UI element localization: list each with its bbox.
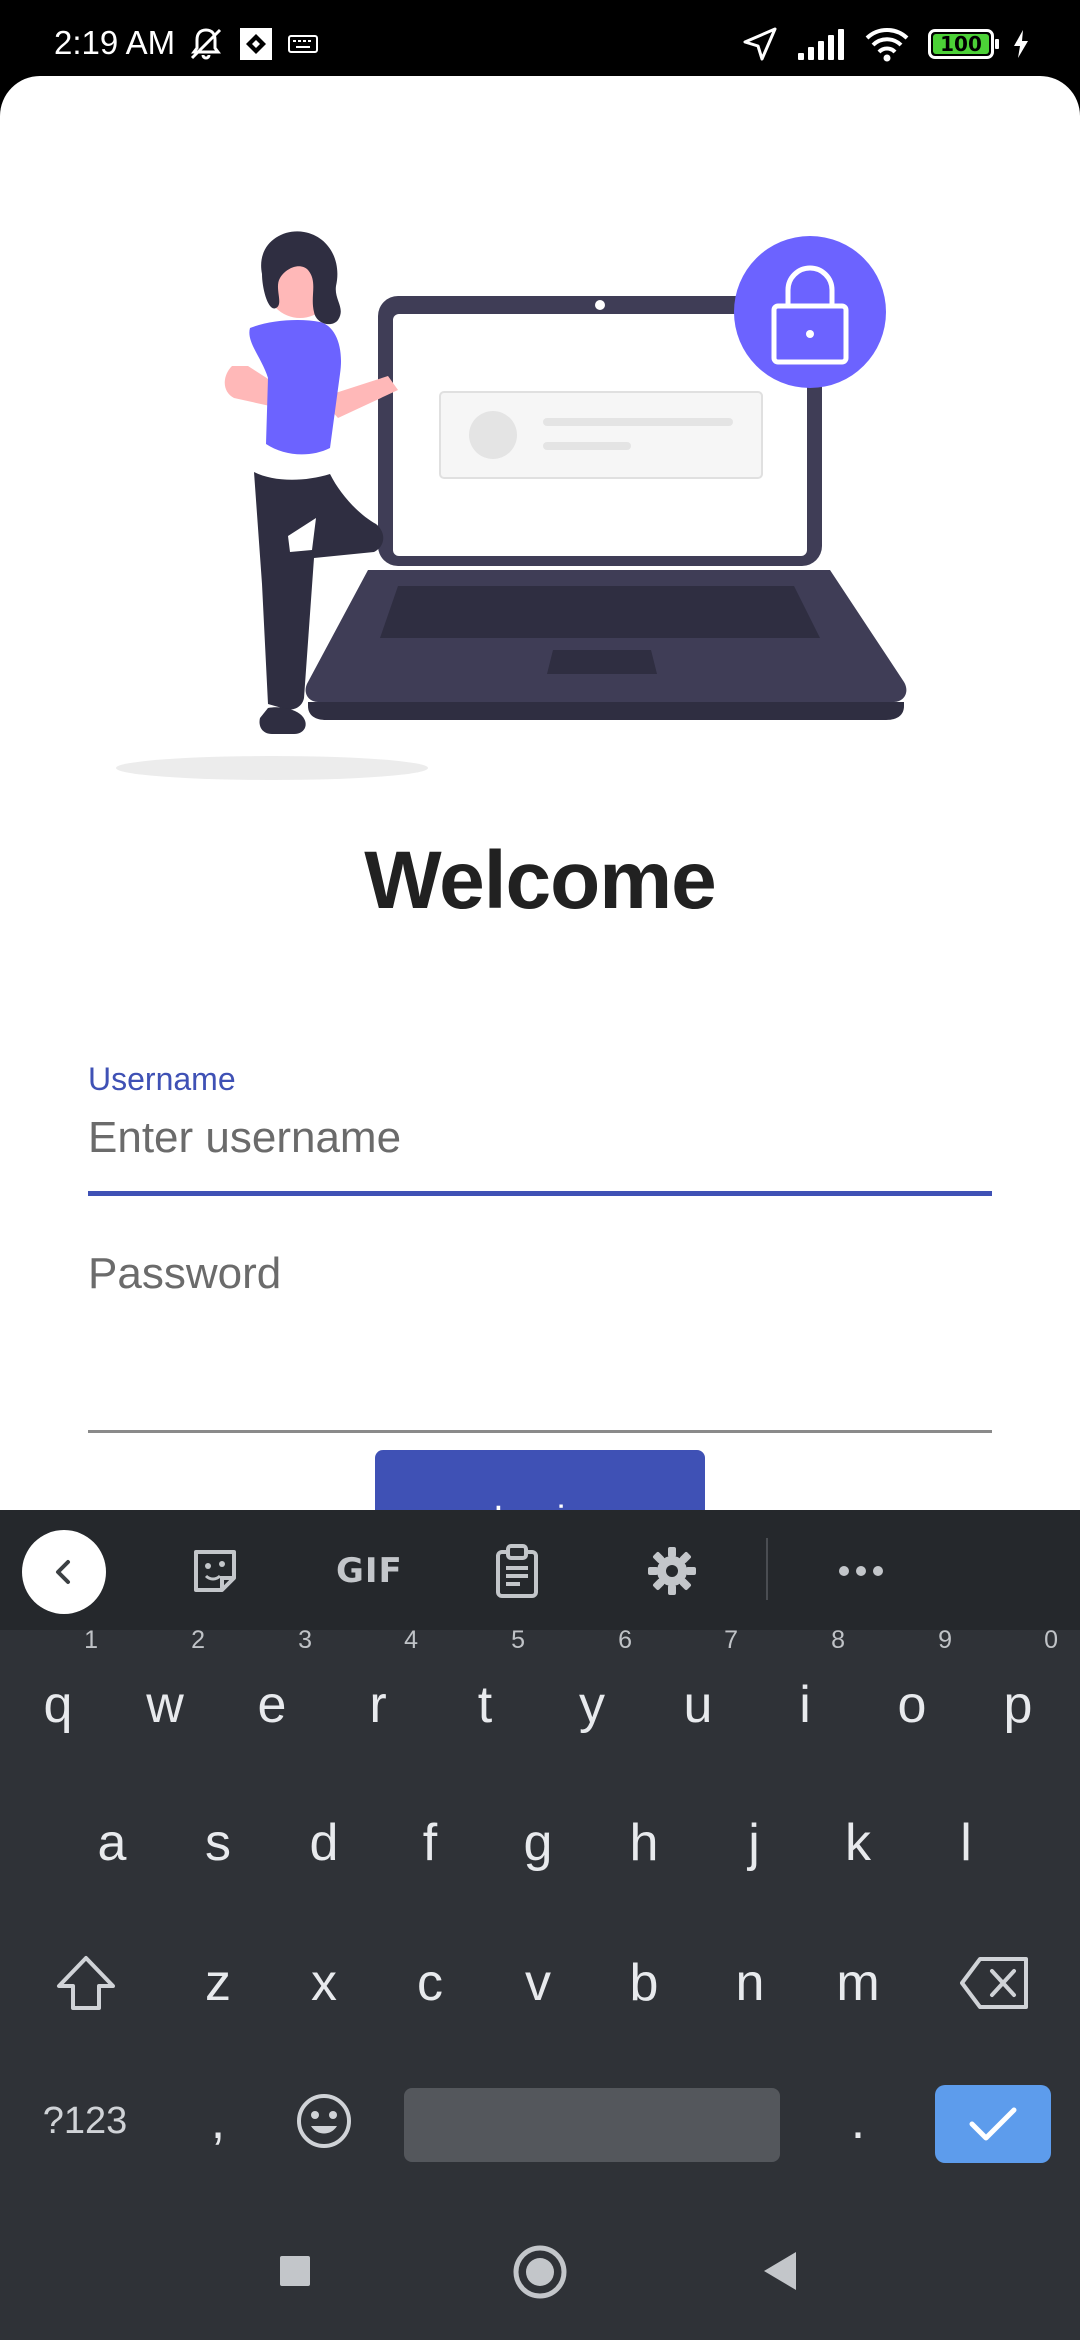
- battery-icon: 100: [928, 29, 999, 59]
- key[interactable]: u7: [648, 1628, 748, 1760]
- key[interactable]: d: [274, 1788, 374, 1898]
- key[interactable]: t5: [435, 1628, 535, 1760]
- shift-key[interactable]: [36, 1928, 136, 2038]
- key[interactable]: q1: [8, 1628, 108, 1760]
- key[interactable]: y6: [542, 1628, 642, 1760]
- backspace-key[interactable]: [944, 1928, 1044, 2038]
- key[interactable]: a: [62, 1788, 162, 1898]
- password-input[interactable]: [88, 1234, 992, 1314]
- enter-key[interactable]: [935, 2085, 1051, 2163]
- page-title: Welcome: [364, 835, 717, 926]
- key[interactable]: g: [488, 1788, 588, 1898]
- status-time: 2:19 AM: [54, 24, 176, 61]
- charging-icon: [1014, 30, 1028, 58]
- key[interactable]: w2: [115, 1628, 215, 1760]
- key[interactable]: s: [168, 1788, 268, 1898]
- key[interactable]: b: [594, 1928, 694, 2038]
- key[interactable]: n: [700, 1928, 800, 2038]
- login-illustration: [116, 231, 907, 780]
- mute-icon: [190, 28, 222, 60]
- key[interactable]: l: [916, 1788, 1016, 1898]
- battery-level: 100: [940, 32, 982, 56]
- password-field: [88, 1234, 992, 1433]
- location-icon: [743, 27, 777, 61]
- key[interactable]: r4: [328, 1628, 428, 1760]
- key[interactable]: o9: [862, 1628, 962, 1760]
- key[interactable]: v: [488, 1928, 588, 2038]
- password-underline: [88, 1430, 992, 1433]
- login-button[interactable]: Login: [375, 1450, 705, 1510]
- username-input[interactable]: [88, 1103, 992, 1173]
- key[interactable]: c: [380, 1928, 480, 2038]
- key-row-3: z x c v b n m: [0, 1928, 1080, 2048]
- screen-icon: [240, 28, 272, 60]
- gif-icon[interactable]: GIF: [336, 1546, 403, 1596]
- gear-icon[interactable]: [646, 1546, 698, 1596]
- key[interactable]: j: [704, 1788, 804, 1898]
- key[interactable]: e3: [222, 1628, 322, 1760]
- key[interactable]: f: [380, 1788, 480, 1898]
- check-icon: [969, 2107, 1017, 2141]
- key[interactable]: h: [594, 1788, 694, 1898]
- key[interactable]: m: [808, 1928, 908, 2038]
- status-bar: 2:19 AM 100: [0, 0, 1080, 76]
- shift-icon: [57, 1956, 115, 2010]
- key[interactable]: x: [274, 1928, 374, 2038]
- key[interactable]: k: [808, 1788, 908, 1898]
- backspace-icon: [960, 1957, 1028, 2009]
- back-icon[interactable]: [762, 2250, 800, 2292]
- chevron-left-icon[interactable]: [22, 1530, 106, 1614]
- wifi-icon: [865, 28, 909, 62]
- login-screen: Welcome Username Login: [0, 76, 1080, 1510]
- more-icon[interactable]: [838, 1546, 884, 1596]
- key[interactable]: z: [168, 1928, 268, 2038]
- home-icon[interactable]: [512, 2244, 568, 2300]
- key[interactable]: i8: [755, 1628, 855, 1760]
- comma-key[interactable]: ,: [168, 2066, 268, 2176]
- toolbar-divider: [766, 1538, 768, 1600]
- key-row-2: a s d f g h j k l: [0, 1788, 1080, 1908]
- key-row-1: q1 w2 e3 r4 t5 y6 u7 i8 o9 p0: [0, 1628, 1080, 1770]
- clipboard-icon[interactable]: [494, 1544, 540, 1598]
- space-key[interactable]: [404, 2088, 780, 2162]
- emoji-icon: [297, 2094, 351, 2148]
- symbols-key[interactable]: ?123: [30, 2066, 140, 2176]
- period-key[interactable]: .: [808, 2066, 908, 2176]
- username-label: Username: [88, 1061, 236, 1097]
- signal-icon: [798, 29, 844, 60]
- keyboard-toolbar: GIF: [0, 1510, 1080, 1630]
- recents-icon[interactable]: [278, 2254, 312, 2288]
- emoji-key[interactable]: [274, 2066, 374, 2176]
- sticker-icon[interactable]: [190, 1546, 240, 1596]
- navigation-bar: [0, 2200, 1080, 2340]
- keyboard-icon: [288, 35, 318, 53]
- key[interactable]: p0: [968, 1628, 1068, 1760]
- username-underline: [88, 1191, 992, 1196]
